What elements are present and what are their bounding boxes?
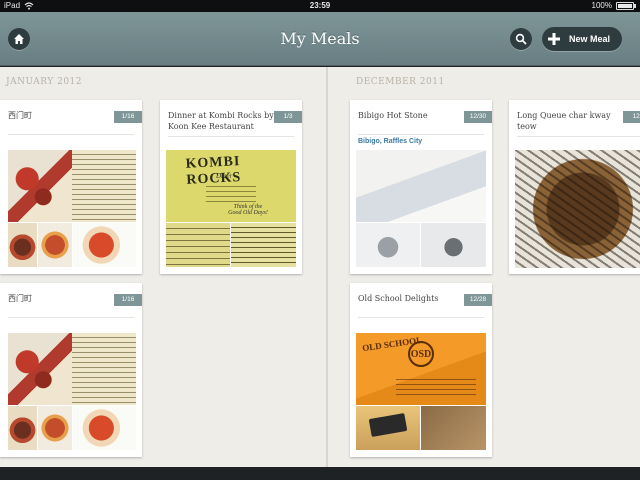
meal-photo <box>356 150 486 222</box>
meal-photo <box>421 223 486 267</box>
bottom-bezel <box>0 467 640 480</box>
status-bar: iPad 23:59 100% <box>0 0 640 12</box>
meal-card[interactable]: Bibigo Hot Stone 12/30 Bibigo, Raffles C… <box>350 100 492 274</box>
meal-card[interactable]: Dinner at Kombi Rocks by Koon Kee Restau… <box>160 100 302 274</box>
search-icon <box>515 33 527 45</box>
meal-card[interactable]: Long Queue char kway teow 12/ <box>509 100 640 274</box>
navigation-bar: My Meals New Meal <box>0 12 640 66</box>
status-right: 100% <box>592 1 636 10</box>
month-column-january-2012: JANUARY 2012 西门町 1/16 Dinner at Kombi Ro… <box>0 67 326 467</box>
battery-percent: 100% <box>591 1 612 10</box>
meal-photo <box>8 223 37 267</box>
meal-photo <box>73 223 136 267</box>
meal-title: Long Queue char kway teow <box>517 111 611 131</box>
status-time: 23:59 <box>309 1 331 10</box>
month-header: JANUARY 2012 <box>6 77 82 87</box>
plus-icon <box>547 32 561 46</box>
meal-photo <box>166 223 230 267</box>
meal-date-badge: 1/3 <box>274 111 302 123</box>
meal-photo <box>8 150 72 222</box>
meal-title: 西门町 <box>8 294 32 303</box>
meal-location: Bibigo, Raffles City <box>358 138 423 145</box>
meal-photo <box>356 406 420 450</box>
new-meal-label: New Meal <box>569 34 611 44</box>
meal-photo <box>73 406 136 450</box>
meal-date-badge: 1/16 <box>114 294 142 306</box>
meal-photo <box>8 333 72 405</box>
search-button[interactable] <box>510 28 532 50</box>
new-meal-button[interactable]: New Meal <box>542 27 622 51</box>
meal-date-badge: 1/16 <box>114 111 142 123</box>
meal-photo: OLD SCHOOL OSD <box>356 333 486 405</box>
meal-title: Dinner at Kombi Rocks by Koon Kee Restau… <box>168 111 274 131</box>
meal-date-badge: 12/28 <box>464 294 492 306</box>
meal-photo: KOMBI ROCKS Diner Think of the Good Old … <box>166 150 296 222</box>
meal-title: Old School Delights <box>358 294 439 303</box>
meal-title: Bibigo Hot Stone <box>358 111 428 120</box>
photo-logo-subtext: Diner <box>216 172 233 180</box>
meal-photo <box>231 223 296 267</box>
photo-tagline: Think of the Good Old Days! <box>228 204 268 216</box>
meal-photo <box>38 406 72 450</box>
battery-icon <box>616 1 634 10</box>
meal-date-badge: 12/30 <box>464 111 492 123</box>
meal-timeline[interactable]: JANUARY 2012 西门町 1/16 Dinner at Kombi Ro… <box>0 67 640 467</box>
meal-photo <box>421 406 486 450</box>
meal-photo <box>38 223 72 267</box>
meal-photo <box>8 406 37 450</box>
meal-card[interactable]: 西门町 1/16 <box>0 283 142 457</box>
month-column-december-2011: DECEMBER 2011 Bibigo Hot Stone 12/30 Bib… <box>328 67 640 467</box>
meal-photo <box>72 150 136 222</box>
meal-card[interactable]: Old School Delights 12/28 OLD SCHOOL OSD <box>350 283 492 457</box>
month-header: DECEMBER 2011 <box>356 77 445 87</box>
meal-card[interactable]: 西门町 1/16 <box>0 100 142 274</box>
meal-photo <box>356 223 420 267</box>
meal-title: 西门町 <box>8 111 32 120</box>
meal-date-badge: 12/ <box>623 111 640 123</box>
photo-seal: OSD <box>408 341 434 367</box>
meal-photo <box>515 150 640 268</box>
meal-photo <box>72 333 136 405</box>
